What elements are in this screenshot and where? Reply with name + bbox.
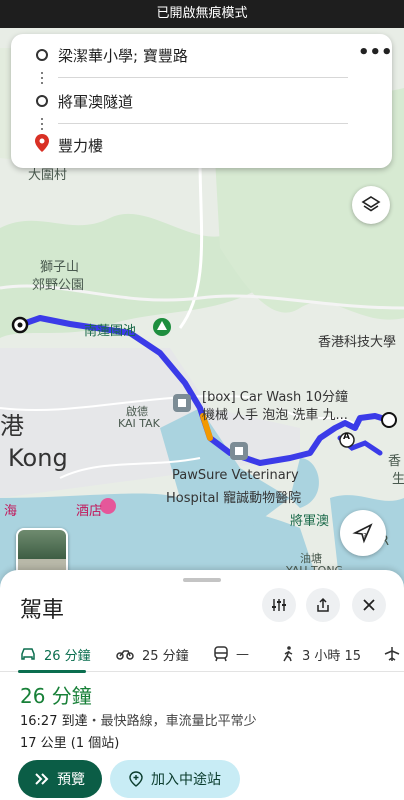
incognito-status-text: 已開啟無痕模式: [156, 6, 248, 21]
map-label-science-park: 香港科技大學: [318, 335, 397, 350]
add-location-icon: [129, 771, 143, 787]
tab-motorcycle[interactable]: 25 分鐘: [116, 636, 189, 672]
destination-label: 豐力樓: [58, 137, 104, 155]
arrival-note: ・最快路線，車流量比平常少: [87, 714, 257, 729]
tune-icon: [272, 599, 286, 611]
walk-icon: [282, 646, 294, 662]
map-label-hk-en: Kong: [8, 444, 68, 472]
preview-label: 預覽: [57, 772, 85, 788]
map-label-hk-cn: 港: [0, 412, 24, 440]
flight-icon: [384, 646, 400, 662]
map-label-tseung-kwan-o: 將軍澳: [290, 514, 330, 529]
map-label-sea: 海: [4, 504, 18, 519]
more-options-button[interactable]: •••: [358, 44, 393, 68]
route-stop-destination[interactable]: 豐力樓: [11, 124, 392, 168]
active-tab-indicator: [18, 670, 86, 673]
motorcycle-icon: [116, 648, 134, 660]
layers-icon: [361, 196, 381, 212]
sheet-title: 駕車: [20, 598, 65, 623]
more-horizontal-icon: •••: [358, 42, 393, 63]
route-duration: 26 分鐘: [20, 684, 92, 708]
origin-label: 梁潔華小學; 寶豐路: [58, 47, 188, 65]
map-label-lion-rock: 獅子山: [40, 260, 80, 275]
waypoint-circle-icon: [36, 95, 48, 107]
map-label-nan-lian-garden: 南蓮園池: [84, 324, 137, 339]
transit-icon: [214, 646, 228, 662]
destination-pin-icon: [35, 134, 49, 156]
map-label-partial-sheng: 生: [392, 472, 404, 487]
tab-driving-label: 26 分鐘: [44, 648, 91, 664]
map-label-carwash-line2[interactable]: 機械 人手 泡泡 洗車 九...: [202, 404, 348, 423]
map-label-hotel: 酒店: [76, 504, 103, 519]
route-options-button[interactable]: [262, 588, 296, 622]
route-distance: 17 公里 (1 個站): [20, 736, 120, 751]
add-stop-button[interactable]: 加入中途站: [110, 760, 240, 798]
add-stop-label: 加入中途站: [151, 772, 221, 788]
preview-button[interactable]: 預覽: [18, 760, 102, 798]
origin-circle-icon: [36, 49, 48, 61]
directions-sheet[interactable]: 駕車 26 分鐘 25 分鐘 — 3 小時 15 26 分鐘 16:27 到達・…: [0, 570, 404, 800]
svg-text:?: ?: [363, 532, 367, 540]
double-chevron-right-icon: [35, 773, 49, 785]
layers-button[interactable]: [352, 186, 390, 224]
share-button[interactable]: [306, 588, 340, 622]
tab-flight[interactable]: [384, 636, 404, 672]
travel-mode-tabs: 26 分鐘 25 分鐘 — 3 小時 15: [0, 636, 404, 673]
car-icon: [20, 647, 36, 661]
status-bar: 已開啟無痕模式: [0, 0, 404, 28]
map-label-pawsure-line1[interactable]: PawSure Veterinary: [172, 468, 299, 483]
tab-motorcycle-label: 25 分鐘: [142, 648, 189, 664]
divider: [58, 77, 348, 78]
waypoint-label: 將軍澳隧道: [58, 93, 134, 111]
close-button[interactable]: [352, 588, 386, 622]
drag-handle[interactable]: [183, 578, 221, 582]
tab-walking-label: 3 小時 15: [302, 648, 362, 664]
route-marker-a[interactable]: A: [343, 432, 350, 442]
arrival-info: 16:27 到達・最快路線，車流量比平常少: [20, 710, 257, 729]
map-label-kai-tak-en: KAI TAK: [118, 417, 160, 430]
tab-driving[interactable]: 26 分鐘: [18, 636, 91, 673]
share-icon: [317, 597, 329, 612]
close-icon: [363, 599, 375, 611]
map-label-country-park: 郊野公園: [32, 278, 85, 293]
route-stop-origin[interactable]: 梁潔華小學; 寶豐路: [11, 34, 392, 78]
map-label-pawsure-line2[interactable]: Hospital 寵誠動物醫院: [166, 487, 301, 506]
route-card: 梁潔華小學; 寶豐路 將軍澳隧道 豐力樓 •••: [11, 34, 393, 168]
map-label-carwash-line1[interactable]: [box] Car Wash 10分鐘: [202, 386, 348, 405]
route-stop-waypoint[interactable]: 將軍澳隧道: [11, 80, 392, 124]
navigation-arrow-icon: ?: [352, 523, 373, 544]
tab-walking[interactable]: 3 小時 15: [282, 636, 361, 672]
map-label-hk-side: 香: [388, 454, 402, 469]
tab-transit-label: —: [236, 646, 249, 662]
recenter-button[interactable]: ?: [340, 510, 386, 556]
arrival-time: 16:27 到達: [20, 714, 88, 729]
tab-transit[interactable]: —: [214, 636, 249, 672]
